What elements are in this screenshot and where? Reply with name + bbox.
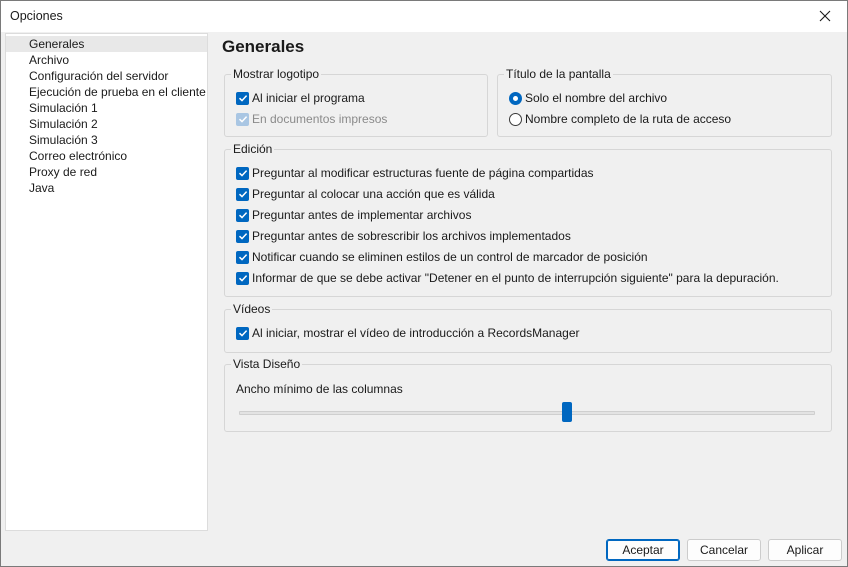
- checkbox-show-intro-video[interactable]: Al iniciar, mostrar el vídeo de introduc…: [236, 325, 580, 341]
- checkbox-checked-icon: [236, 208, 249, 222]
- checkbox-label: Preguntar al colocar una acción que es v…: [252, 187, 495, 201]
- checkbox-notify-placeholder-styles[interactable]: Notificar cuando se eliminen estilos de …: [236, 249, 648, 265]
- nav-item-client-test[interactable]: Ejecución de prueba en el cliente: [6, 84, 207, 100]
- videos-group-label: Vídeos: [231, 302, 273, 316]
- design-view-group: Vista Diseño Ancho mínimo de las columna…: [224, 357, 832, 432]
- options-dialog: Opciones Generales Archivo Configuración…: [0, 0, 848, 567]
- checkbox-checked-icon: [236, 326, 249, 340]
- checkbox-ask-before-overwrite[interactable]: Preguntar antes de sobrescribir los arch…: [236, 228, 571, 244]
- checkbox-ask-valid-action[interactable]: Preguntar al colocar una acción que es v…: [236, 186, 495, 202]
- nav-item-proxy[interactable]: Proxy de red: [6, 164, 207, 180]
- nav-item-archivo[interactable]: Archivo: [6, 52, 207, 68]
- page-title: Generales: [222, 37, 305, 56]
- checkbox-checked-icon: [236, 250, 249, 264]
- category-list[interactable]: Generales Archivo Configuración del serv…: [5, 33, 208, 531]
- settings-panel: Generales Mostrar logotipo Al iniciar el…: [208, 33, 847, 531]
- edit-group: Edición Preguntar al modificar estructur…: [224, 142, 832, 297]
- radio-filename-only[interactable]: Solo el nombre del archivo: [509, 90, 667, 106]
- checkbox-checked-icon: [236, 229, 249, 243]
- checkbox-logo-on-start[interactable]: Al iniciar el programa: [236, 90, 365, 106]
- radio-label: Solo el nombre del archivo: [525, 91, 668, 105]
- checkbox-checked-icon: [236, 112, 249, 126]
- accept-button[interactable]: Aceptar: [606, 539, 680, 561]
- radio-selected-icon: [509, 91, 522, 105]
- nav-item-simulation-1[interactable]: Simulación 1: [6, 100, 207, 116]
- nav-item-email[interactable]: Correo electrónico: [6, 148, 207, 164]
- column-width-slider-track[interactable]: [239, 411, 815, 415]
- checkbox-label: Informar de que se debe activar "Detener…: [252, 271, 779, 285]
- nav-item-java[interactable]: Java: [6, 180, 207, 196]
- title-bar: Opciones: [1, 1, 847, 32]
- window-title: Opciones: [10, 9, 63, 23]
- design-view-group-label: Vista Diseño: [231, 357, 303, 371]
- radio-full-path[interactable]: Nombre completo de la ruta de acceso: [509, 111, 731, 127]
- radio-unselected-icon: [509, 112, 522, 126]
- checkbox-checked-icon: [236, 187, 249, 201]
- column-width-slider-thumb[interactable]: [562, 402, 573, 422]
- nav-item-generales[interactable]: Generales: [6, 36, 207, 52]
- nav-item-simulation-3[interactable]: Simulación 3: [6, 132, 207, 148]
- checkbox-label: Notificar cuando se eliminen estilos de …: [252, 250, 648, 264]
- videos-group: Vídeos Al iniciar, mostrar el vídeo de i…: [224, 302, 832, 353]
- checkbox-checked-icon: [236, 91, 249, 105]
- checkbox-label: En documentos impresos: [252, 112, 388, 126]
- logo-group: Mostrar logotipo Al iniciar el programa …: [224, 67, 488, 137]
- checkbox-label: Preguntar al modificar estructuras fuent…: [252, 166, 594, 180]
- nav-item-simulation-2[interactable]: Simulación 2: [6, 116, 207, 132]
- column-width-label: Ancho mínimo de las columnas: [236, 382, 403, 396]
- screen-title-group-label: Título de la pantalla: [504, 67, 613, 81]
- checkbox-label: Preguntar antes de implementar archivos: [252, 208, 472, 222]
- close-icon: [819, 10, 831, 22]
- dialog-button-bar: Aceptar Cancelar Aplicar: [1, 531, 847, 566]
- apply-button[interactable]: Aplicar: [768, 539, 842, 561]
- checkbox-label: Al iniciar, mostrar el vídeo de introduc…: [252, 326, 580, 340]
- checkbox-inform-debug-break[interactable]: Informar de que se debe activar "Detener…: [236, 270, 779, 286]
- screen-title-group: Título de la pantalla Solo el nombre del…: [497, 67, 832, 137]
- checkbox-label: Preguntar antes de sobrescribir los arch…: [252, 229, 571, 243]
- checkbox-checked-icon: [236, 271, 249, 285]
- cancel-button[interactable]: Cancelar: [687, 539, 761, 561]
- checkbox-ask-before-deploy[interactable]: Preguntar antes de implementar archivos: [236, 207, 471, 223]
- radio-label: Nombre completo de la ruta de acceso: [525, 112, 732, 126]
- nav-item-server-config[interactable]: Configuración del servidor: [6, 68, 207, 84]
- close-button[interactable]: [803, 1, 847, 31]
- checkbox-checked-icon: [236, 166, 249, 180]
- checkbox-logo-printed: En documentos impresos: [236, 111, 387, 127]
- checkbox-ask-shared-structures[interactable]: Preguntar al modificar estructuras fuent…: [236, 165, 594, 181]
- edit-group-label: Edición: [231, 142, 275, 156]
- checkbox-label: Al iniciar el programa: [252, 91, 365, 105]
- logo-group-label: Mostrar logotipo: [231, 67, 322, 81]
